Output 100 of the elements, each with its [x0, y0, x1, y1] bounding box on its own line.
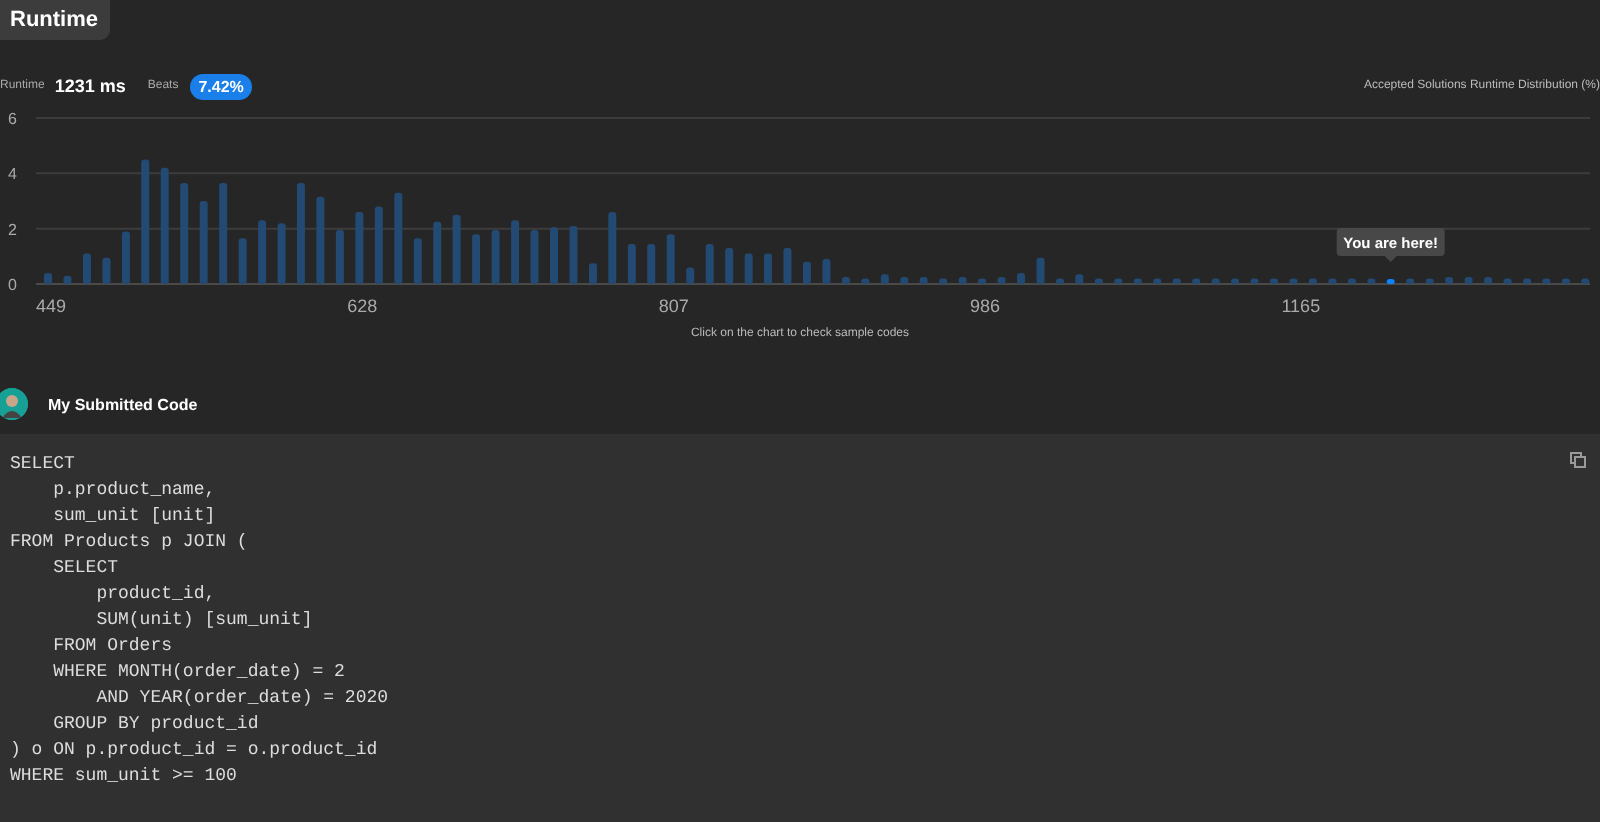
chart-bar[interactable] [1581, 278, 1590, 284]
chart-bar[interactable] [1367, 278, 1376, 284]
y-tick-label: 4 [8, 165, 17, 184]
chart-bar[interactable] [1094, 278, 1103, 284]
chart-bar[interactable] [608, 212, 617, 284]
code-line: GROUP BY product_id [51, 712, 259, 738]
chart-bar[interactable] [511, 220, 520, 284]
chart-bar[interactable] [160, 167, 169, 284]
chart-bar[interactable] [316, 196, 325, 284]
chart-bar[interactable] [472, 234, 481, 284]
chart-bar[interactable] [1114, 278, 1123, 284]
chart-bar[interactable] [705, 243, 714, 284]
chart-bar[interactable] [219, 183, 228, 284]
chart-bar[interactable] [1250, 278, 1259, 284]
chart-bar[interactable] [1328, 278, 1337, 284]
code-line: FROM Orders [51, 634, 173, 660]
code-line: SELECT [51, 556, 119, 582]
code-line: AND YEAR(order_date) = 2020 [94, 686, 389, 712]
chart-bar[interactable] [1056, 278, 1064, 284]
chart-bar[interactable] [1172, 278, 1181, 284]
chart-bar[interactable] [121, 231, 130, 284]
chart-bar[interactable] [238, 238, 247, 284]
chart-bar[interactable] [588, 263, 597, 284]
chart-bar[interactable] [1464, 277, 1473, 284]
chart-bar[interactable] [63, 275, 72, 284]
chart-bar[interactable] [686, 267, 695, 284]
code-line: FROM Products p JOIN ( [10, 530, 248, 556]
chart-bar[interactable] [102, 257, 111, 284]
chart-bar[interactable] [394, 192, 403, 284]
chart-bar[interactable] [939, 278, 948, 284]
chart-bar[interactable] [82, 253, 91, 284]
chart-bar[interactable] [1406, 278, 1415, 284]
chart-bar[interactable] [1211, 278, 1220, 284]
chart-bar[interactable] [199, 201, 208, 284]
chart-bar[interactable] [1270, 278, 1278, 284]
chart-bar[interactable] [647, 243, 656, 284]
chart-bar[interactable] [550, 227, 558, 284]
chart-bar[interactable] [1036, 257, 1045, 284]
chart-bar[interactable] [1523, 278, 1532, 284]
chart-bar[interactable] [1017, 272, 1026, 284]
code-line: sum_unit [unit] [51, 504, 216, 530]
chart-bar[interactable] [180, 183, 189, 284]
highlighted-bar[interactable] [1386, 279, 1395, 284]
chart-bar[interactable] [763, 253, 772, 284]
chart-bar[interactable] [627, 243, 636, 284]
code-line: product_id, [94, 582, 216, 608]
chart-bar[interactable] [919, 277, 928, 284]
x-tick-label: 1165 [1281, 296, 1321, 316]
code-line: WHERE MONTH(order_date) = 2 [51, 660, 345, 686]
chart-bar[interactable] [433, 221, 442, 284]
y-tick-label: 2 [8, 220, 17, 239]
chart-bar[interactable] [374, 206, 383, 284]
chart-bar[interactable] [1445, 277, 1454, 284]
chart-bar[interactable] [1133, 278, 1142, 284]
chart-bar[interactable] [822, 259, 831, 284]
x-tick-label: 449 [36, 296, 67, 316]
chart-bar[interactable] [783, 248, 792, 284]
chart-bar[interactable] [44, 272, 52, 284]
runtime-value: 1231 ms [54, 76, 126, 96]
y-tick-label: 6 [8, 110, 17, 128]
chart-bar[interactable] [880, 274, 889, 284]
chart-bar[interactable] [1289, 278, 1298, 284]
chart-bar[interactable] [1231, 278, 1239, 284]
chart-bar[interactable] [355, 212, 364, 284]
chart-bar[interactable] [296, 183, 305, 284]
chart-bar[interactable] [491, 230, 500, 284]
chart-bar[interactable] [861, 278, 870, 284]
chart-bar[interactable] [258, 220, 267, 284]
chart-bar[interactable] [1542, 278, 1551, 284]
chart-bar[interactable] [802, 261, 811, 284]
chart-bar[interactable] [141, 159, 150, 284]
x-tick-label: 807 [658, 296, 689, 316]
chart-bar[interactable] [1308, 278, 1317, 284]
code-line: WHERE sum_unit >= 100 [10, 764, 237, 790]
beats-percentage: 7.42% [190, 73, 252, 99]
chart-bar[interactable] [1484, 277, 1493, 284]
chart-bar[interactable] [1192, 278, 1201, 284]
chart-bar[interactable] [1153, 278, 1162, 284]
chart-bar[interactable] [841, 277, 850, 284]
chart-bar[interactable] [744, 253, 753, 284]
chart-bar[interactable] [1347, 278, 1356, 284]
chart-bar[interactable] [569, 225, 578, 284]
chart-bar[interactable] [413, 238, 422, 284]
chart-bar[interactable] [958, 277, 967, 284]
chart-bar[interactable] [1425, 278, 1434, 284]
runtime-tab[interactable]: Runtime [0, 0, 110, 40]
chart-bar[interactable] [335, 230, 344, 284]
code-line: SUM(unit) [sum_unit] [94, 608, 313, 634]
chart-bar[interactable] [1561, 278, 1570, 284]
chart-bar[interactable] [725, 248, 734, 284]
chart-bar[interactable] [530, 230, 539, 284]
chart-bar[interactable] [666, 234, 675, 284]
chart-bar[interactable] [900, 277, 909, 284]
chart-bar[interactable] [978, 278, 987, 284]
chart-bar[interactable] [1075, 274, 1084, 284]
copy-icon[interactable] [1570, 452, 1586, 468]
chart-bar[interactable] [997, 277, 1006, 284]
chart-bar[interactable] [1503, 278, 1512, 284]
chart-bar[interactable] [452, 214, 461, 284]
chart-bar[interactable] [277, 223, 286, 284]
